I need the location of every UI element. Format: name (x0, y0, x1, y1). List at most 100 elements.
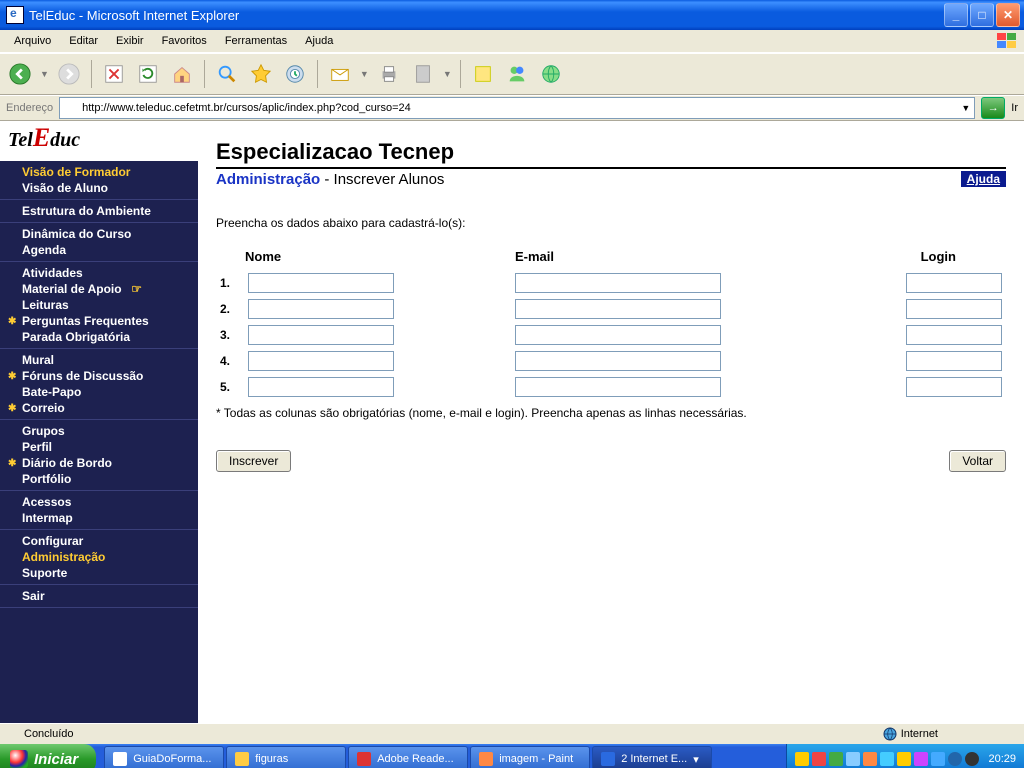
help-link[interactable]: Ajuda (961, 171, 1006, 187)
taskbar-task[interactable]: GuiaDoForma... (104, 746, 224, 768)
address-url: http://www.teleduc.cefetmt.br/cursos/apl… (82, 102, 411, 114)
sidebar-item[interactable]: ✱Fóruns de Discussão (4, 368, 198, 384)
login-input[interactable] (906, 273, 1002, 293)
sidebar-item[interactable]: Dinâmica do Curso (4, 226, 198, 242)
sidebar-item[interactable]: Estrutura do Ambiente (4, 203, 198, 219)
menu-ajuda[interactable]: Ajuda (297, 33, 341, 49)
sidebar-item[interactable]: Grupos (4, 423, 198, 439)
tray-icon[interactable] (948, 752, 962, 766)
sidebar-item[interactable]: Bate-Papo (4, 384, 198, 400)
print-button[interactable] (375, 60, 403, 88)
sidebar-item[interactable]: Leituras (4, 297, 198, 313)
menu-favoritos[interactable]: Favoritos (154, 33, 215, 49)
sidebar-item[interactable]: Atividades (4, 265, 198, 281)
menu-ferramentas[interactable]: Ferramentas (217, 33, 295, 49)
tray-clock[interactable]: 20:29 (988, 753, 1016, 765)
window-maximize-button[interactable]: □ (970, 3, 994, 27)
tray-icon[interactable] (931, 752, 945, 766)
nome-input[interactable] (248, 351, 394, 371)
email-input[interactable] (515, 299, 721, 319)
sidebar-item[interactable]: Intermap (4, 510, 198, 526)
ie-page-icon (6, 6, 24, 24)
sidebar-item[interactable]: Acessos (4, 494, 198, 510)
nome-input[interactable] (248, 377, 394, 397)
tray-icon[interactable] (846, 752, 860, 766)
back-button[interactable] (6, 60, 34, 88)
inscrever-button[interactable]: Inscrever (216, 450, 291, 472)
start-button[interactable]: Iniciar (0, 744, 96, 768)
sidebar-item[interactable]: Mural (4, 352, 198, 368)
taskbar-task[interactable]: 2 Internet E...▾ (592, 746, 712, 768)
sidebar-item[interactable]: ✱Diário de Bordo (4, 455, 198, 471)
sidebar-item[interactable]: Parada Obrigatória (4, 329, 198, 345)
tray-icon[interactable] (863, 752, 877, 766)
edit-dropdown-icon[interactable]: ▼ (443, 69, 452, 79)
stop-button[interactable] (100, 60, 128, 88)
favorites-button[interactable] (247, 60, 275, 88)
email-input[interactable] (515, 377, 721, 397)
sidebar-item[interactable]: ✱Perguntas Frequentes (4, 313, 198, 329)
login-input[interactable] (906, 299, 1002, 319)
history-button[interactable] (281, 60, 309, 88)
edit-button[interactable] (409, 60, 437, 88)
nome-input[interactable] (248, 299, 394, 319)
sidebar-item[interactable]: Perfil (4, 439, 198, 455)
home-button[interactable] (168, 60, 196, 88)
email-input[interactable] (515, 273, 721, 293)
address-dropdown-icon[interactable]: ▼ (961, 103, 970, 113)
voltar-button[interactable]: Voltar (949, 450, 1006, 472)
email-input[interactable] (515, 325, 721, 345)
sidebar-item[interactable]: Visão de Aluno (4, 180, 198, 196)
tray-shield-icon[interactable] (795, 752, 809, 766)
sidebar-item-label: Suporte (22, 566, 67, 580)
sidebar-item-label: Visão de Formador (22, 165, 130, 179)
sidebar-item[interactable]: Portfólio (4, 471, 198, 487)
login-input[interactable] (906, 325, 1002, 345)
nome-input[interactable] (248, 273, 394, 293)
taskbar-task[interactable]: imagem - Paint (470, 746, 590, 768)
address-input[interactable]: http://www.teleduc.cefetmt.br/cursos/apl… (59, 97, 975, 119)
taskbar-task[interactable]: figuras (226, 746, 346, 768)
menu-editar[interactable]: Editar (61, 33, 106, 49)
sidebar-item-label: Estrutura do Ambiente (22, 204, 151, 218)
refresh-button[interactable] (134, 60, 162, 88)
nome-input[interactable] (248, 325, 394, 345)
email-input[interactable] (515, 351, 721, 371)
sidebar-item-label: Acessos (22, 495, 71, 509)
sidebar-item[interactable]: Configurar (4, 533, 198, 549)
sidebar-item[interactable]: Material de Apoio☞ (4, 281, 198, 297)
login-input[interactable] (906, 351, 1002, 371)
tray-icon[interactable] (897, 752, 911, 766)
system-tray[interactable]: 20:29 (786, 744, 1024, 768)
sidebar-item[interactable]: Administração (4, 549, 198, 565)
tray-icon[interactable] (829, 752, 843, 766)
messenger-button[interactable] (503, 60, 531, 88)
tray-icon[interactable] (965, 752, 979, 766)
task-label: imagem - Paint (499, 753, 573, 765)
sidebar-item[interactable]: Suporte (4, 565, 198, 581)
forward-button[interactable] (55, 60, 83, 88)
sidebar-item[interactable]: Agenda (4, 242, 198, 258)
row-number: 2. (216, 296, 244, 322)
back-dropdown-icon[interactable]: ▼ (40, 69, 49, 79)
sidebar-item[interactable]: ✱Correio (4, 400, 198, 416)
globe-button[interactable] (537, 60, 565, 88)
taskbar-task[interactable]: Adobe Reade... (348, 746, 468, 768)
sidebar-item-label: Diário de Bordo (22, 456, 112, 470)
status-bar: Concluído Internet (0, 723, 1024, 744)
tray-icon[interactable] (914, 752, 928, 766)
mail-button[interactable] (326, 60, 354, 88)
menu-exibir[interactable]: Exibir (108, 33, 152, 49)
search-button[interactable] (213, 60, 241, 88)
tray-icon[interactable] (812, 752, 826, 766)
sidebar-item[interactable]: Visão de Formador (4, 164, 198, 180)
notes-button[interactable] (469, 60, 497, 88)
go-button[interactable]: → (981, 97, 1005, 119)
login-input[interactable] (906, 377, 1002, 397)
window-minimize-button[interactable]: _ (944, 3, 968, 27)
menu-arquivo[interactable]: Arquivo (6, 33, 59, 49)
sidebar-item[interactable]: Sair (4, 588, 198, 604)
window-close-button[interactable]: ✕ (996, 3, 1020, 27)
tray-icon[interactable] (880, 752, 894, 766)
mail-dropdown-icon[interactable]: ▼ (360, 69, 369, 79)
